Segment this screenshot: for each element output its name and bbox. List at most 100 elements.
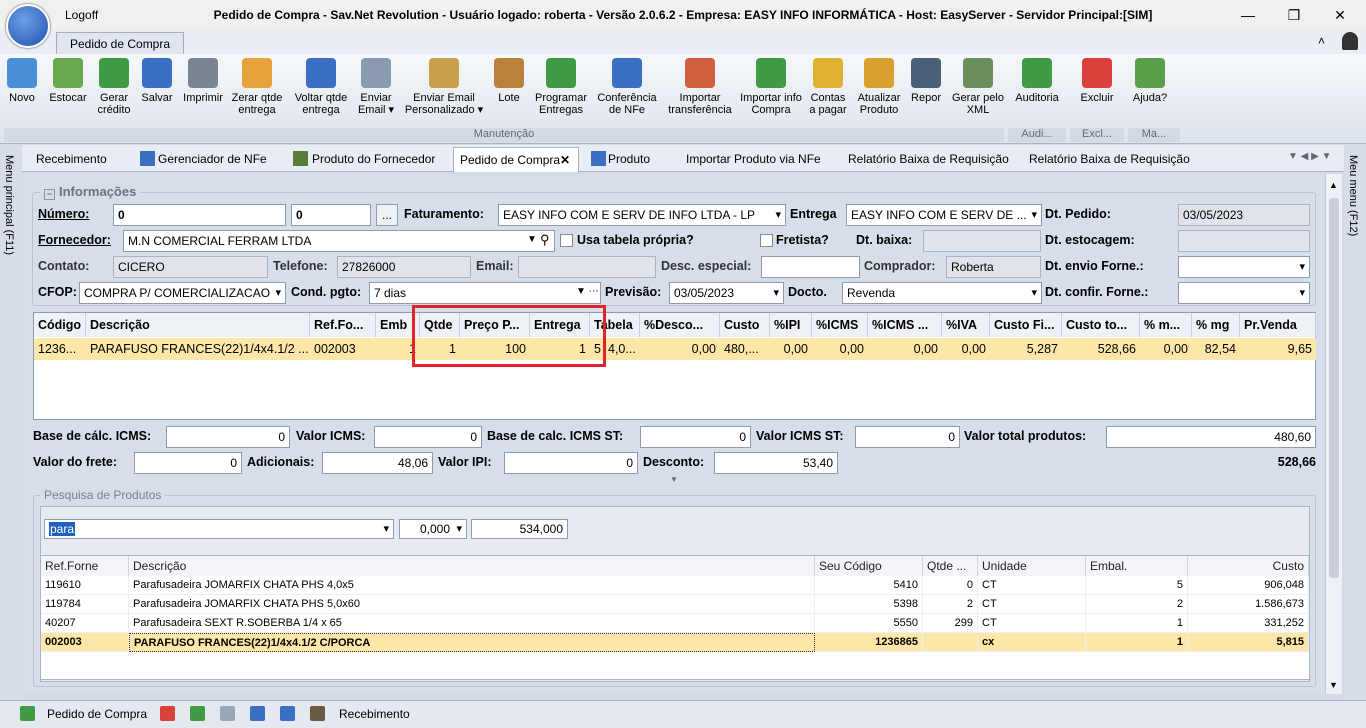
restore-icon[interactable]: ❐ [1274,2,1314,28]
fornecedor-search-icon[interactable]: ⚲ [540,232,550,248]
tab-importar-produto[interactable]: Importar Produto via NFe [680,147,840,172]
my-menu-sidebar[interactable]: Meu menu (F12) [1344,145,1366,698]
items-header-9[interactable]: Custo [720,313,770,337]
search-header-6[interactable]: Custo [1188,556,1309,576]
items-cell-10[interactable]: 480,... [720,338,770,360]
items-cell-18[interactable]: 82,54 [1192,338,1240,360]
numero2-input[interactable]: 0 [291,204,371,226]
tab-relatorio-baixa-1[interactable]: Relatório Baixa de Requisição [842,147,1022,172]
close-icon[interactable]: ✕ [1320,2,1360,28]
search-cell[interactable]: 5,815 [1188,633,1309,652]
ribbon-button-1[interactable]: Estocar [46,58,90,128]
ribbon-button-13[interactable]: Importar info Compra [738,58,804,128]
tab-produto[interactable]: Produto [602,147,682,172]
search-cell[interactable]: 2 [923,595,978,614]
items-cell-8[interactable]: 4,0... [604,338,640,360]
items-header-15[interactable]: Custo to... [1062,313,1140,337]
ribbon-button-2[interactable]: Gerar crédito [92,58,136,128]
ribbon-button-14[interactable]: Contas a pagar [806,58,850,128]
search-cell[interactable]: Parafusadeira JOMARFIX CHATA PHS 5,0x60 [129,595,815,614]
base-icms-st-input[interactable]: 0 [640,426,751,448]
items-cell-17[interactable]: 0,00 [1140,338,1192,360]
items-header-16[interactable]: % m... [1140,313,1192,337]
numero-input[interactable]: 0 [113,204,286,226]
search-cell[interactable]: Parafusadeira JOMARFIX CHATA PHS 4,0x5 [129,576,815,595]
sheet-status-icon[interactable] [190,706,205,721]
doc-status-icon[interactable] [220,706,235,721]
search-cell[interactable]: 1236865 [815,633,923,652]
cond-pgto-input[interactable]: 7 dias [369,282,601,304]
items-header-17[interactable]: % mg [1192,313,1240,337]
search-cell[interactable]: CT [978,614,1086,633]
search-price-input[interactable]: 534,000 [471,519,568,539]
items-cell-2[interactable]: 002003 [310,338,376,360]
ribbon-button-11[interactable]: Conferência de NFe [594,58,660,128]
search-cell[interactable]: CT [978,595,1086,614]
search-input[interactable]: para [44,519,394,539]
logoff-link[interactable]: Logoff [65,8,98,22]
app-logo-icon[interactable] [6,4,50,48]
items-cell-14[interactable]: 0,00 [942,338,990,360]
search-cell[interactable]: 1 [1086,614,1188,633]
search-header-5[interactable]: Embal. [1086,556,1188,576]
cond-pgto-dropdown-icon[interactable]: ▼ ⋯ [576,286,599,297]
search-cell[interactable]: 2 [1086,595,1188,614]
ribbon-button-6[interactable]: Voltar qtde entrega [290,58,352,128]
ribbon-tab-pedido[interactable]: Pedido de Compra [56,32,184,55]
fretista-checkbox[interactable] [760,234,773,247]
items-header-0[interactable]: Código [34,313,86,337]
adicionais-input[interactable]: 48,06 [322,452,433,474]
main-menu-sidebar[interactable]: Menu principal (F11) [0,145,22,698]
fornecedor-input[interactable]: M.N COMERCIAL FERRAM LTDA [123,230,555,252]
search-cell[interactable]: 0 [923,576,978,595]
ribbon-button-12[interactable]: Importar transferência [664,58,736,128]
desconto-input[interactable]: 53,40 [714,452,838,474]
search-cell[interactable]: 119784 [41,595,129,614]
search-cell[interactable]: 002003 [41,633,129,652]
search-cell[interactable]: 119610 [41,576,129,595]
search-cell[interactable]: Parafusadeira SEXT R.SOBERBA 1/4 x 65 [129,614,815,633]
status-pedido-label[interactable]: Pedido de Compra [47,707,147,721]
search-header-2[interactable]: Seu Código [815,556,923,576]
docto-select[interactable]: Revenda [842,282,1042,304]
search-qty-select[interactable]: 0,000 [399,519,467,539]
items-header-11[interactable]: %ICMS [812,313,868,337]
status-recebimento-label[interactable]: Recebimento [339,707,410,721]
items-cell-11[interactable]: 0,00 [770,338,812,360]
tab-close-icon[interactable]: ✕ [560,148,570,172]
items-cell-15[interactable]: 5,287 [990,338,1062,360]
search-cell[interactable]: cx [978,633,1086,652]
ribbon-button-5[interactable]: Zerar qtde entrega [228,58,286,128]
cfop-select[interactable]: COMPRA P/ COMERCIALIZACAO [79,282,286,304]
items-cell-19[interactable]: 9,65 [1240,338,1316,360]
search-cell[interactable]: 5410 [815,576,923,595]
minimize-icon[interactable]: — [1228,2,1268,28]
report-status-icon[interactable] [160,706,175,721]
ipi-input[interactable]: 0 [504,452,638,474]
previsao-select[interactable]: 03/05/2023 [669,282,784,304]
fornecedor-dropdown-icon[interactable]: ▼ [527,234,537,245]
nfe-status-icon[interactable] [250,706,265,721]
search-cell[interactable]: 331,252 [1188,614,1309,633]
dt-envio-select[interactable] [1178,256,1310,278]
items-cell-0[interactable]: 1236... [34,338,86,360]
product-status-icon[interactable] [280,706,295,721]
search-header-4[interactable]: Unidade [978,556,1086,576]
dt-confir-select[interactable] [1178,282,1310,304]
items-header-18[interactable]: Pr.Venda [1240,313,1316,337]
pedido-status-icon[interactable] [20,706,35,721]
desc-especial-input[interactable] [761,256,860,278]
search-header-0[interactable]: Ref.Forne [41,556,129,576]
ribbon-button-3[interactable]: Salvar [138,58,176,128]
search-cell[interactable]: 1 [1086,633,1188,652]
tab-produto-fornecedor[interactable]: Produto do Fornecedor [306,147,451,172]
items-header-13[interactable]: %IVA [942,313,990,337]
search-cell[interactable]: 40207 [41,614,129,633]
search-cell[interactable]: 5 [1086,576,1188,595]
search-cell[interactable]: PARAFUSO FRANCES(22)1/4x4.1/2 C/PORCA [129,633,815,652]
search-cell[interactable] [923,633,978,652]
ribbon-button-9[interactable]: Lote [490,58,528,128]
items-header-12[interactable]: %ICMS ... [868,313,942,337]
usa-tabela-checkbox[interactable] [560,234,573,247]
ribbon-button-4[interactable]: Imprimir [182,58,224,128]
